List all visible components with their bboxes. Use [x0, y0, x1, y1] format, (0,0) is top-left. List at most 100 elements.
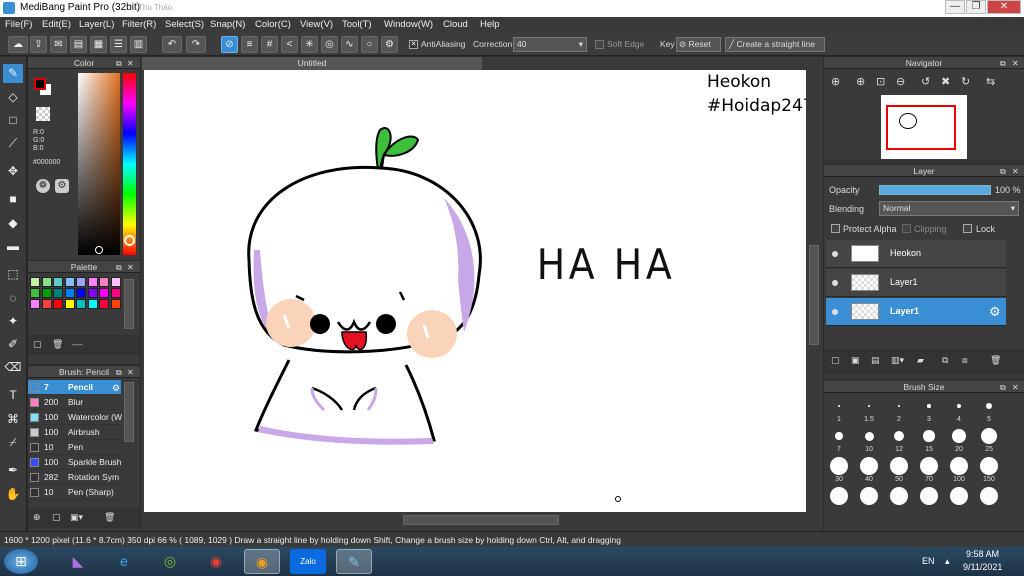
reset-view-icon[interactable]: ✖	[941, 75, 950, 88]
brush-size-dot[interactable]	[894, 431, 904, 441]
popout-icon[interactable]: ⧉	[1000, 166, 1006, 178]
chrome-icon[interactable]: ◉	[198, 549, 234, 574]
curve-snap-icon[interactable]: ∿	[341, 36, 358, 53]
popout-icon[interactable]: ⧉	[1000, 58, 1006, 70]
close-icon[interactable]: ✕	[127, 367, 134, 379]
brush-menu-icon[interactable]: ▣▾	[70, 512, 83, 523]
palette-swatch[interactable]	[110, 288, 121, 298]
lock-checkbox[interactable]	[963, 224, 972, 233]
palette-swatch[interactable]	[53, 277, 63, 287]
horizontal-scroll-thumb[interactable]	[403, 515, 559, 525]
clock-time[interactable]: 9:58 AM	[966, 549, 999, 559]
palette-swatch[interactable]	[30, 288, 40, 298]
palette-swatch[interactable]	[76, 299, 86, 309]
brush-size-dot[interactable]	[950, 457, 968, 475]
brush-size-dot[interactable]	[838, 405, 840, 407]
palette-swatch[interactable]	[41, 288, 52, 298]
drawing-canvas[interactable]: Heokon #Hoidap247 HA HA	[144, 70, 806, 512]
palette-swatch[interactable]	[110, 277, 121, 287]
brush-item[interactable]: 10 Pen (Sharp)	[28, 485, 121, 500]
close-icon[interactable]: ✕	[127, 58, 134, 70]
snap-off-icon[interactable]: ⊘	[221, 36, 238, 53]
menu-layer[interactable]: Layer(L)	[79, 19, 114, 30]
brush-item[interactable]: 100 Sparkle Brush	[28, 455, 121, 470]
zoom-in-alt-icon[interactable]: ⊕	[856, 75, 865, 88]
brush-scrollbar[interactable]	[124, 382, 134, 442]
duplicate-layer-icon[interactable]: ⧉	[942, 355, 948, 366]
palette-swatch[interactable]	[76, 288, 86, 298]
palette-swatch[interactable]	[99, 277, 109, 287]
radial-snap-icon[interactable]: ✳	[301, 36, 318, 53]
menu-select[interactable]: Select(S)	[165, 19, 204, 30]
tray-chevron-icon[interactable]: ▴	[945, 556, 950, 567]
color-settings-icon[interactable]: ⚙	[55, 179, 69, 193]
text-tool-icon[interactable]: T	[3, 386, 23, 405]
vertical-scroll-track[interactable]	[807, 70, 822, 512]
visibility-icon[interactable]	[832, 309, 838, 315]
cloud-icon[interactable]: ☁	[8, 36, 28, 53]
menu-cloud[interactable]: Cloud	[443, 19, 468, 30]
divide-tool-icon[interactable]: ⌘	[3, 410, 23, 429]
navigator-view-rect[interactable]	[886, 105, 956, 150]
menu-color[interactable]: Color(C)	[255, 19, 291, 30]
menu-view[interactable]: View(V)	[300, 19, 333, 30]
palette-swatch[interactable]	[87, 277, 98, 287]
palette-swatch[interactable]	[30, 299, 40, 309]
palette-swatch[interactable]	[110, 299, 121, 309]
primary-color-swatch[interactable]	[34, 78, 46, 90]
comment-icon[interactable]: ✉	[50, 36, 67, 53]
popout-icon[interactable]: ⧉	[116, 262, 122, 274]
vanishing-point-icon[interactable]: <	[281, 36, 298, 53]
zoom-in-icon[interactable]: ⊕	[831, 75, 840, 88]
folder-icon[interactable]: ▰	[917, 355, 924, 366]
parallel-snap-icon[interactable]: ≡	[241, 36, 258, 53]
fit-window-icon[interactable]: ⊡	[876, 75, 885, 88]
close-icon[interactable]: ✕	[127, 262, 134, 274]
brush-size-dot[interactable]	[956, 403, 962, 409]
brush-item[interactable]: 282 Rotation Sym	[28, 470, 121, 485]
layer-row[interactable]: Layer1	[826, 269, 1006, 297]
close-button[interactable]: ✕	[987, 0, 1021, 14]
zoom-out-icon[interactable]: ⊖	[896, 75, 905, 88]
transparent-color-swatch[interactable]	[36, 107, 50, 121]
new-palette-icon[interactable]: ▢	[33, 339, 42, 350]
line-tool-icon[interactable]: ⟋	[3, 134, 23, 153]
sv-cursor[interactable]	[95, 246, 103, 254]
brush-size-dot[interactable]	[923, 430, 935, 442]
redo-icon[interactable]: ↷	[186, 36, 206, 53]
gradient-tool-icon[interactable]: ▬	[3, 237, 23, 256]
minimize-button[interactable]: —	[945, 0, 965, 14]
snap-settings-icon[interactable]: ⚙	[381, 36, 398, 53]
new-8bit-layer-icon[interactable]: ▤	[871, 355, 880, 366]
close-icon[interactable]: ✕	[1012, 382, 1019, 394]
brush-size-dot[interactable]	[920, 457, 938, 475]
brush-size-dot[interactable]	[890, 457, 908, 475]
layer-settings-icon[interactable]: ⚙	[989, 304, 1001, 320]
brush-size-dot[interactable]	[860, 487, 878, 505]
palette-swatch[interactable]	[64, 299, 75, 309]
brush-item[interactable]: 100 Watercolor (W	[28, 410, 122, 425]
select-pen-icon[interactable]: ✐	[3, 335, 23, 354]
hand-tool-icon[interactable]: ✋	[3, 485, 23, 504]
fill-tool-icon[interactable]: ◆	[3, 214, 23, 233]
select-tool-icon[interactable]: ⬚	[3, 265, 23, 284]
undo-icon[interactable]: ↶	[162, 36, 182, 53]
list-icon[interactable]: ☰	[110, 36, 127, 53]
magic-wand-icon[interactable]: ✦	[3, 312, 23, 331]
add-brush-icon[interactable]: ⊕	[33, 512, 41, 523]
shape-tool-icon[interactable]: ■	[3, 190, 23, 209]
horizontal-scroll-track[interactable]	[144, 513, 806, 527]
menu-file[interactable]: File(F)	[5, 19, 32, 30]
brush-size-dot[interactable]	[890, 487, 908, 505]
menu-window[interactable]: Window(W)	[384, 19, 433, 30]
grid-icon[interactable]: ▥	[130, 36, 147, 53]
palette-swatch[interactable]	[53, 299, 63, 309]
color-wheel-icon[interactable]: ❁	[36, 179, 50, 193]
brush-size-dot[interactable]	[950, 487, 968, 505]
internet-explorer-icon[interactable]: e	[106, 549, 142, 574]
layer-add-menu-icon[interactable]: ▥▾	[891, 355, 904, 366]
hue-cursor[interactable]	[124, 235, 135, 246]
opacity-slider[interactable]	[879, 185, 991, 195]
palette-swatch[interactable]	[41, 277, 52, 287]
palette-swatch[interactable]	[99, 299, 109, 309]
